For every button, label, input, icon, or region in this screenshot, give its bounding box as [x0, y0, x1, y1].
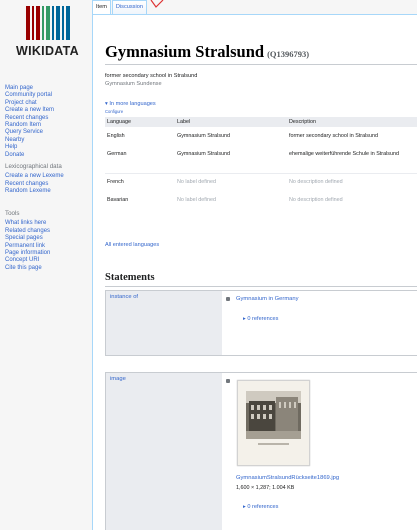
wikidata-logo[interactable]: WIKIDATA [5, 6, 90, 58]
title-divider [105, 64, 417, 65]
tools-heading: Tools [5, 210, 20, 217]
row-label: Gymnasium Stralsund [177, 133, 231, 139]
nav-project-chat[interactable]: Project chat [5, 100, 91, 107]
nav-query-service[interactable]: Query Service [5, 129, 91, 136]
statement-value[interactable]: Gymnasium in Germany [236, 296, 299, 302]
tab-item[interactable]: Item [92, 0, 111, 15]
nav-main: Main page Community portal Project chat … [5, 85, 91, 159]
nav-donate[interactable]: Donate [5, 152, 91, 159]
statement-image: image GymnasiumStralsundRückseite1869.jp… [105, 372, 417, 530]
sidebar: WIKIDATA Main page Community portal Proj… [0, 0, 92, 530]
nav-permanent-link[interactable]: Permanent link [5, 243, 91, 250]
property-instance-of[interactable]: instance of [106, 291, 222, 355]
more-languages-toggle[interactable]: ▾ In more languages [105, 101, 156, 107]
nav-main-page[interactable]: Main page [5, 85, 91, 92]
image-dimensions: 1,600 × 1,287; 1.004 KB [236, 485, 295, 491]
table-row: French No label defined No description d… [105, 172, 417, 191]
nav-related-changes[interactable]: Related changes [5, 228, 91, 235]
nav-create-item[interactable]: Create a new Item [5, 107, 91, 114]
row-description: No description defined [287, 172, 417, 191]
row-language: English [107, 133, 125, 139]
row-description: No description defined [289, 197, 343, 203]
row-description: ehemalige weiterführende Schule in Stral… [289, 151, 399, 157]
terms-header-row: Language Label Description [105, 117, 417, 127]
item-id: (Q1396793) [267, 49, 310, 59]
row-label: Gymnasium Stralsund [177, 151, 231, 157]
engraving-image [238, 381, 309, 465]
item-description: former secondary school in Stralsund [105, 73, 198, 79]
references-count: 0 references [247, 316, 279, 322]
nav-concept-uri[interactable]: Concept URI [5, 257, 91, 264]
property-link[interactable]: image [110, 376, 126, 382]
nav-special-pages[interactable]: Special pages [5, 235, 91, 242]
col-language: Language [105, 117, 175, 127]
nav-create-lexeme[interactable]: Create a new Lexeme [5, 173, 91, 180]
page-tabs: Item Discussion [92, 0, 148, 15]
statements-divider [105, 286, 417, 287]
row-language: French [105, 172, 175, 191]
row-language: Bavarian [107, 197, 129, 203]
rank-normal-icon[interactable] [226, 297, 230, 301]
table-row: English Gymnasium Stralsund former secon… [105, 127, 417, 145]
all-languages-link[interactable]: All entered languages [105, 242, 159, 248]
item-label: Gymnasium Stralsund [105, 42, 265, 61]
references-toggle[interactable]: ▸ 0 references [243, 316, 278, 322]
table-spacer [105, 163, 417, 173]
col-label: Label [175, 117, 287, 127]
terms-table: Language Label Description English Gymna… [105, 117, 417, 209]
item-alias: Gymnasium Sundense [105, 81, 162, 87]
page-title: Gymnasium Stralsund (Q1396793) [105, 42, 309, 62]
nav-random-lexeme[interactable]: Random Lexeme [5, 188, 91, 195]
item-description-block: former secondary school in Stralsund Gym… [105, 72, 197, 88]
row-language: German [107, 151, 127, 157]
table-row: Bavarian No label defined No description… [105, 191, 417, 209]
nav-cite-this-page[interactable]: Cite this page [5, 265, 91, 272]
barcode-logo-icon [5, 6, 90, 40]
references-toggle[interactable]: ▸ 0 references [243, 504, 278, 510]
lexicographical-heading: Lexicographical data [5, 163, 62, 170]
nav-lexeme-recent-changes[interactable]: Recent changes [5, 181, 91, 188]
nav-help[interactable]: Help [5, 144, 91, 151]
statement-instance-of: instance of Gymnasium in Germany ▸ 0 ref… [105, 290, 417, 356]
tab-discussion[interactable]: Discussion [111, 0, 147, 15]
property-image[interactable]: image [106, 373, 222, 530]
image-thumbnail[interactable] [237, 380, 310, 466]
pencil-mark-icon [150, 0, 164, 8]
row-label: No label defined [175, 172, 287, 191]
logo-wordmark: WIKIDATA [15, 44, 80, 58]
row-description: former secondary school in Stralsund [289, 133, 378, 139]
statements-heading: Statements [105, 272, 155, 283]
image-filename-link[interactable]: GymnasiumStralsundRückseite1869.jpg [236, 475, 339, 481]
more-languages-label: In more languages [109, 101, 156, 107]
nav-random-item[interactable]: Random Item [5, 122, 91, 129]
row-label: No label defined [177, 197, 216, 203]
property-link[interactable]: instance of [110, 294, 138, 300]
nav-what-links-here[interactable]: What links here [5, 220, 91, 227]
nav-community-portal[interactable]: Community portal [5, 92, 91, 99]
main-content: Gymnasium Stralsund (Q1396793) former sec… [92, 14, 417, 530]
nav-lexicographical: Lexicographical data Create a new Lexeme… [5, 163, 91, 196]
references-count: 0 references [247, 504, 279, 510]
nav-tools: Tools What links here Related changes Sp… [5, 210, 91, 272]
nav-recent-changes[interactable]: Recent changes [5, 115, 91, 122]
col-description: Description [287, 117, 417, 127]
nav-nearby[interactable]: Nearby [5, 137, 91, 144]
table-row: German Gymnasium Stralsund ehemalige wei… [105, 145, 417, 163]
configure-link[interactable]: Configure [105, 109, 123, 114]
nav-page-information[interactable]: Page information [5, 250, 91, 257]
rank-normal-icon[interactable] [226, 379, 230, 383]
